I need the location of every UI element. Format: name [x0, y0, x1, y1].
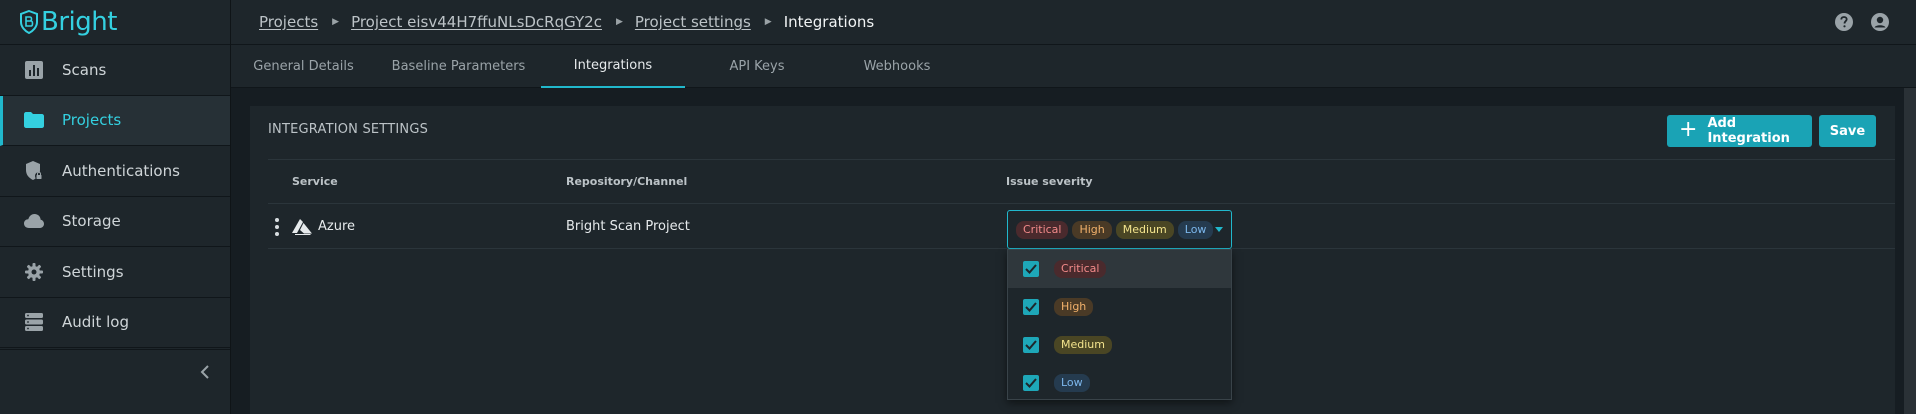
- option-label: Critical: [1054, 260, 1107, 278]
- breadcrumb-link-project[interactable]: Project eisv44H7ffuNLsDcRqGY2c: [351, 13, 602, 31]
- option-label: High: [1054, 298, 1094, 316]
- database-icon: [24, 312, 44, 332]
- card-title: INTEGRATION SETTINGS: [268, 122, 429, 137]
- sidebar-item-audit-log[interactable]: Audit log: [0, 298, 230, 348]
- add-integration-label: Add Integration: [1707, 116, 1790, 146]
- folder-icon: [24, 110, 44, 130]
- option-label: Medium: [1054, 336, 1112, 354]
- column-header-repository: Repository/Channel: [566, 175, 688, 188]
- breadcrumb-separator-icon: ▶: [332, 17, 340, 27]
- severity-chip-medium: Medium: [1115, 220, 1174, 239]
- sidebar-item-label: Authentications: [62, 161, 180, 180]
- page-scrollbar[interactable]: [1904, 88, 1916, 414]
- severity-chip-low: Low: [1177, 220, 1214, 239]
- tab-webhooks[interactable]: Webhooks: [829, 45, 965, 88]
- tab-integrations[interactable]: Integrations: [541, 45, 685, 88]
- bright-logo-icon: [20, 10, 38, 34]
- service-cell: Azure: [292, 204, 355, 249]
- tab-general-details[interactable]: General Details: [231, 45, 376, 88]
- top-icons: [1834, 12, 1890, 36]
- breadcrumb-separator-icon: ▶: [764, 17, 772, 27]
- tab-api-keys[interactable]: API Keys: [685, 45, 829, 88]
- sidebar-item-storage[interactable]: Storage: [0, 197, 230, 247]
- severity-option-high[interactable]: High: [1008, 288, 1231, 326]
- breadcrumb-separator-icon: ▶: [615, 17, 623, 27]
- service-name: Azure: [318, 219, 356, 234]
- cloud-icon: [24, 211, 44, 231]
- severity-chip-high: High: [1072, 220, 1112, 239]
- sidebar-item-authentications[interactable]: Authentications: [0, 146, 230, 197]
- repository-name: Bright Scan Project: [566, 219, 690, 234]
- checkbox-checked-icon[interactable]: [1023, 375, 1039, 391]
- breadcrumb-link-projects[interactable]: Projects: [259, 13, 318, 31]
- severity-chip-critical: Critical: [1016, 220, 1069, 239]
- sidebar-item-label: Storage: [62, 212, 121, 231]
- save-button[interactable]: Save: [1819, 115, 1876, 147]
- add-integration-button[interactable]: + Add Integration: [1667, 115, 1812, 147]
- checkbox-checked-icon[interactable]: [1023, 261, 1039, 277]
- breadcrumb: Projects ▶ Project eisv44H7ffuNLsDcRqGY2…: [259, 13, 874, 31]
- breadcrumb-link-project-settings[interactable]: Project settings: [635, 13, 751, 31]
- settings-tabs: General Details Baseline Parameters Inte…: [231, 45, 1916, 88]
- severity-option-critical[interactable]: Critical: [1008, 250, 1231, 288]
- row-menu-icon[interactable]: [268, 204, 286, 249]
- collapse-sidebar-button[interactable]: [0, 349, 230, 394]
- sidebar-item-projects[interactable]: Projects: [0, 95, 230, 146]
- sidebar: Bright Scans Projects Authentications St…: [0, 0, 231, 414]
- sidebar-item-label: Settings: [62, 262, 124, 281]
- column-header-service: Service: [292, 175, 338, 188]
- shield-lock-icon: [24, 160, 44, 181]
- tab-baseline-parameters[interactable]: Baseline Parameters: [376, 45, 541, 88]
- breadcrumb-current: Integrations: [783, 13, 875, 31]
- sidebar-item-scans[interactable]: Scans: [0, 45, 230, 96]
- severity-option-medium[interactable]: Medium: [1008, 326, 1231, 364]
- dropdown-arrow-icon: [1215, 227, 1223, 232]
- account-icon[interactable]: [1870, 12, 1890, 36]
- sidebar-item-label: Projects: [62, 111, 122, 130]
- sidebar-item-settings[interactable]: Settings: [0, 247, 230, 298]
- app-logo[interactable]: Bright: [0, 0, 230, 45]
- plus-icon: +: [1679, 117, 1698, 142]
- severity-option-low[interactable]: Low: [1008, 364, 1231, 402]
- gear-icon: [24, 262, 44, 282]
- top-bar: Projects ▶ Project eisv44H7ffuNLsDcRqGY2…: [231, 0, 1916, 45]
- bar-chart-icon: [24, 60, 44, 80]
- chevron-left-icon: [200, 365, 209, 379]
- table-header: Service Repository/Channel Issue severit…: [268, 159, 1895, 204]
- sidebar-item-label: Audit log: [62, 313, 129, 332]
- checkbox-checked-icon[interactable]: [1023, 337, 1039, 353]
- help-icon[interactable]: [1834, 12, 1854, 36]
- sidebar-item-label: Scans: [62, 60, 107, 79]
- issue-severity-select[interactable]: Critical High Medium Low: [1007, 210, 1232, 249]
- checkbox-checked-icon[interactable]: [1023, 299, 1039, 315]
- azure-icon: [292, 218, 312, 235]
- app-name: Bright: [41, 7, 117, 37]
- column-header-issue-severity: Issue severity: [1006, 175, 1093, 188]
- severity-dropdown-menu: Critical High Medium Low: [1007, 249, 1232, 400]
- option-label: Low: [1054, 374, 1090, 392]
